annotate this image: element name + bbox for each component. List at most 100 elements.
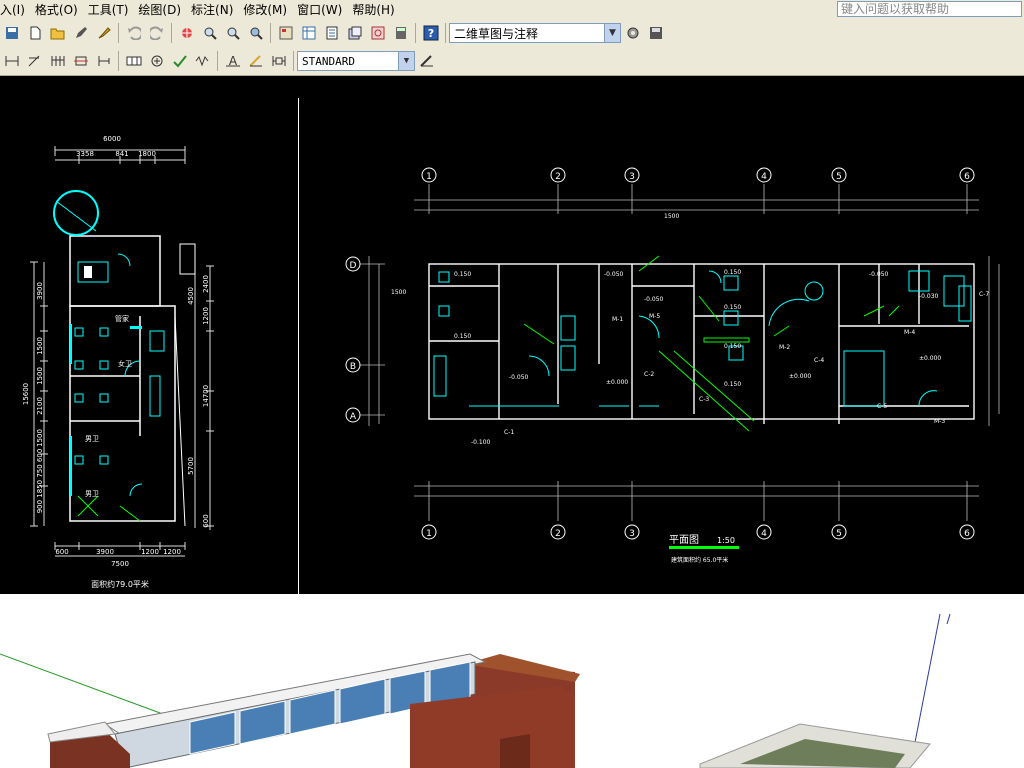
model-viewport[interactable] [0,594,1024,768]
pan-icon[interactable] [176,23,197,43]
small-floor-plan: 6000 3358 841 1800 15600 3900 1500 1500 … [22,135,214,589]
help-search-input[interactable]: 键入问题以获取帮助 [837,1,1022,17]
dimension-toolbar: A STANDARD ▼ [0,48,1024,74]
room-label-womens: 女卫 [118,359,132,368]
axis-label-top-1: 1 [426,172,432,182]
small-plan-left-sub-dim-4: 2100 [36,397,44,415]
markup-icon[interactable] [367,23,388,43]
axis-label-left-d: D [350,261,357,271]
small-plan-caption: 面积约79.0平米 [91,579,149,589]
menu-insert[interactable]: 入(I) [0,1,31,18]
dim-ordinate-icon[interactable] [93,51,114,71]
elevation-label: 0.150 [724,269,741,276]
dim-update-icon[interactable] [245,51,266,71]
small-plan-right-dim-6: 600 [202,514,210,527]
elevation-label: 0.150 [724,343,741,350]
dim-baseline-icon[interactable] [47,51,68,71]
menu-help[interactable]: 帮助(H) [348,1,400,18]
dim-style-manager-icon[interactable] [416,51,437,71]
zoom-previous-icon[interactable] [245,23,266,43]
dim-edit-icon[interactable] [169,51,190,71]
axis-label-bottom-3: 3 [629,529,635,539]
dim-style-value: STANDARD [302,54,355,68]
pencil-icon[interactable] [70,23,91,43]
elevation-label: -0.050 [869,271,889,278]
separator [118,51,119,71]
small-plan-bottom-dim-4: 1200 [163,548,181,556]
small-plan-left-sub-dim-3: 1500 [36,367,44,385]
elevation-label: -0.050 [604,271,624,278]
standard-toolbar: ? 二维草图与注释 ▼ [0,20,1024,46]
main-floor-plan: 1 2 3 4 5 6 1 2 3 4 5 6 D B A 0.150 -0.0… [345,167,1000,564]
new-file-icon[interactable] [24,23,45,43]
axis-label-left-a: A [350,412,357,422]
door-label: M-4 [904,329,915,336]
menu-format[interactable]: 格式(O) [31,1,84,18]
axis-label-top-2: 2 [555,172,561,182]
dim-linear-icon[interactable] [1,51,22,71]
tool-palettes-icon[interactable] [321,23,342,43]
workspace-settings-icon[interactable] [622,23,643,43]
window-label: C-5 [877,403,887,410]
small-plan-bottom-total: 7500 [111,560,129,568]
door-label: M-5 [649,313,660,320]
window-label: C-7 [979,291,989,298]
elevation-label: 0.150 [724,304,741,311]
brush-icon[interactable] [93,23,114,43]
save-icon[interactable] [1,23,22,43]
window-label: C-1 [504,429,514,436]
zoom-window-icon[interactable] [222,23,243,43]
small-plan-right-dim-4: 14700 [202,385,210,407]
elevation-label: ±0.000 [919,355,941,362]
plan-title: 平面图 [669,534,699,546]
tolerance-icon[interactable] [123,51,144,71]
door-label: M-2 [779,344,790,351]
elevation-label: 0.150 [454,271,471,278]
properties-icon[interactable] [275,23,296,43]
menu-dimension[interactable]: 标注(N) [187,1,239,18]
window-label: C-2 [644,371,654,378]
redo-icon[interactable] [146,23,167,43]
sheet-set-icon[interactable] [344,23,365,43]
undo-icon[interactable] [123,23,144,43]
elevation-label: -0.100 [471,439,491,446]
chevron-down-icon[interactable]: ▼ [604,24,620,42]
design-center-icon[interactable] [298,23,319,43]
separator [118,23,119,43]
small-plan-left-dim: 15600 [22,383,30,405]
room-label-manager: 管家 [115,314,129,323]
dim-continue-icon[interactable] [70,51,91,71]
workspace-select[interactable]: 二维草图与注释 ▼ [449,23,621,43]
small-plan-right-dim-2: 1200 [202,307,210,325]
open-icon[interactable] [47,23,68,43]
help-icon[interactable]: ? [420,23,441,43]
calculator-icon[interactable] [390,23,411,43]
menu-draw[interactable]: 绘图(D) [134,1,187,18]
menu-tools[interactable]: 工具(T) [84,1,135,18]
dim-text-edit-icon[interactable]: A [222,51,243,71]
dim-style-select[interactable]: STANDARD ▼ [297,51,415,71]
dimension-label: 1500 [391,289,406,296]
menu-window[interactable]: 窗口(W) [293,1,348,18]
window-label: C-3 [699,396,709,403]
chevron-down-icon[interactable]: ▼ [398,52,414,70]
axis-label-bottom-6: 6 [964,529,970,539]
elevation-label: 0.150 [454,333,471,340]
title-underline [669,546,739,549]
center-mark-icon[interactable] [146,51,167,71]
menu-modify[interactable]: 修改(M) [239,1,293,18]
workspace-save-icon[interactable] [645,23,666,43]
separator [217,51,218,71]
small-plan-sub-dim-1: 3358 [76,150,94,158]
elevation-label: -0.030 [919,293,939,300]
dim-style-icon[interactable] [268,51,289,71]
plan-scale: 1:50 [717,536,735,545]
elevation-label: 0.150 [724,381,741,388]
room-label-mens-1: 男卫 [85,435,99,443]
elevation-label: -0.050 [509,374,529,381]
axis-label-top-6: 6 [964,172,970,182]
dim-jogged-icon[interactable] [192,51,213,71]
dim-aligned-icon[interactable] [24,51,45,71]
zoom-realtime-icon[interactable] [199,23,220,43]
drawing-canvas[interactable]: 6000 3358 841 1800 15600 3900 1500 1500 … [0,76,1024,594]
